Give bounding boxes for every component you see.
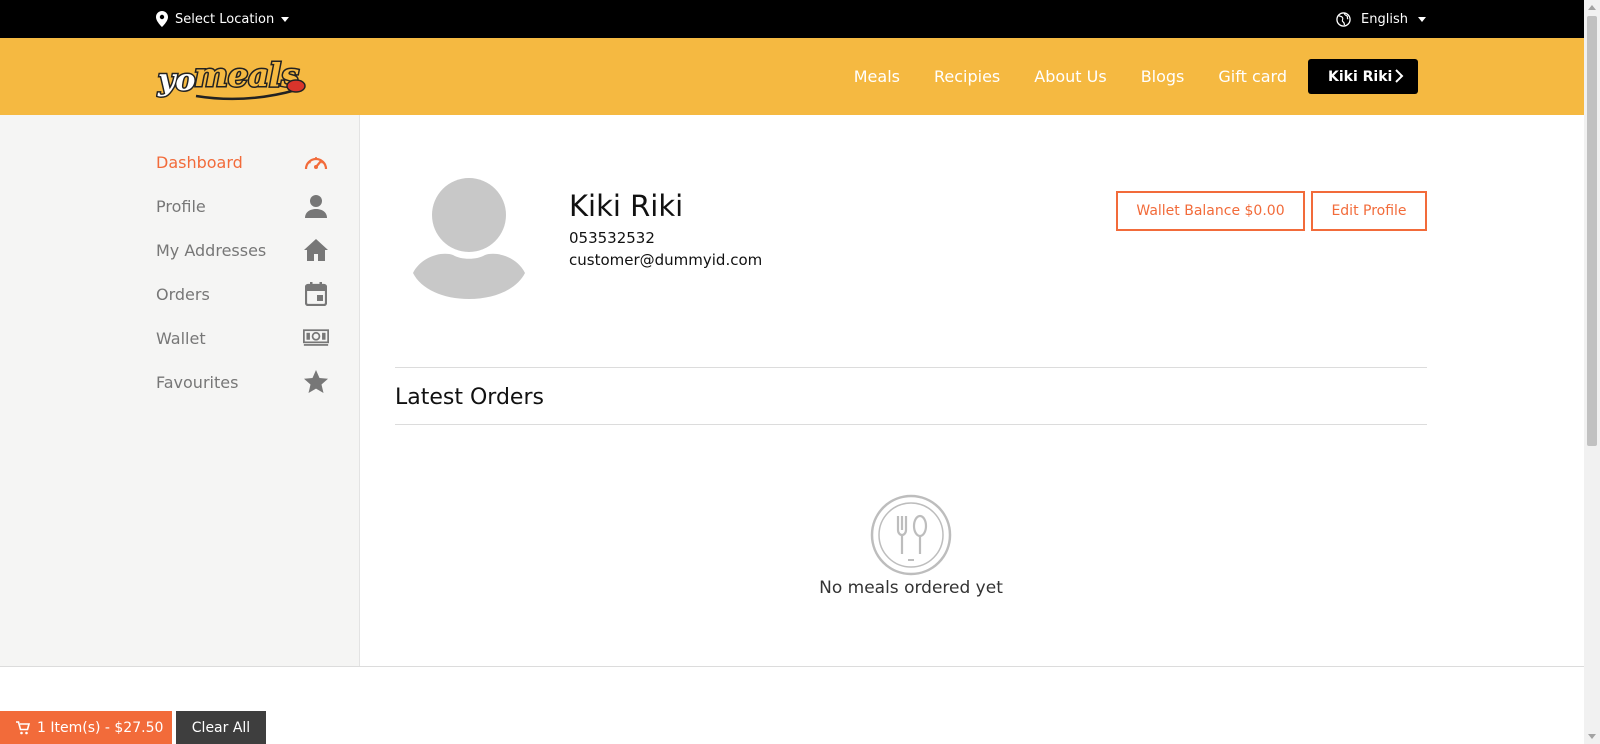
map-pin-icon: [156, 11, 168, 27]
sidebar-item-label: Dashboard: [156, 152, 243, 172]
sidebar-item-favourites[interactable]: Favourites: [156, 367, 329, 397]
globe-icon: [1336, 11, 1351, 27]
main-header: yo meals Meals Recipies About Us Blogs G…: [0, 38, 1584, 115]
cart-icon: [16, 720, 30, 734]
profile-phone: 053532532: [569, 229, 655, 247]
sidebar-item-label: Orders: [156, 284, 210, 304]
location-label: Select Location: [175, 11, 275, 27]
sidebar-item-profile[interactable]: Profile: [156, 191, 329, 221]
star-icon: [303, 369, 329, 395]
sidebar-item-label: Wallet: [156, 328, 206, 348]
scroll-up-arrow-icon[interactable]: [1588, 5, 1596, 10]
avatar: [413, 178, 525, 299]
nav-meals[interactable]: Meals: [854, 67, 900, 86]
sidebar-item-label: Favourites: [156, 372, 239, 392]
person-icon: [303, 193, 329, 219]
cart-summary-label: 1 Item(s) - $27.50: [37, 719, 164, 736]
calendar-icon: [303, 281, 329, 307]
language-selector[interactable]: English: [1336, 0, 1426, 38]
location-selector[interactable]: Select Location: [156, 0, 290, 38]
chevron-down-icon: [1418, 16, 1426, 22]
divider: [395, 424, 1427, 425]
main-nav: Meals Recipies About Us Blogs Gift card …: [820, 38, 1418, 115]
nav-blogs[interactable]: Blogs: [1141, 67, 1185, 86]
clear-all-button[interactable]: Clear All: [176, 711, 266, 744]
sidebar-item-dashboard[interactable]: Dashboard: [156, 147, 329, 177]
divider: [395, 367, 1427, 368]
user-menu-label: Kiki Riki: [1328, 68, 1393, 85]
sidebar-item-label: Profile: [156, 196, 206, 216]
cart-summary-button[interactable]: 1 Item(s) - $27.50: [0, 711, 172, 744]
footer-divider: [0, 666, 1584, 667]
wallet-balance-button[interactable]: Wallet Balance $0.00: [1116, 191, 1305, 231]
speedometer-icon: [303, 149, 329, 175]
money-icon: [303, 325, 329, 351]
edit-profile-button[interactable]: Edit Profile: [1311, 191, 1427, 231]
svg-text:yo: yo: [157, 63, 195, 98]
sidebar-item-label: My Addresses: [156, 240, 267, 260]
language-label: English: [1361, 11, 1408, 27]
chevron-down-icon: [281, 16, 290, 22]
user-menu-button[interactable]: Kiki Riki: [1308, 59, 1418, 94]
nav-gift-card[interactable]: Gift card: [1218, 67, 1287, 86]
profile-name: Kiki Riki: [569, 189, 684, 223]
empty-orders-text: No meals ordered yet: [819, 578, 1003, 598]
chevron-right-icon: [1395, 69, 1404, 83]
cutlery-icon: [870, 494, 952, 576]
nav-recipies[interactable]: Recipies: [934, 67, 1000, 86]
scrollbar[interactable]: [1584, 0, 1600, 744]
scroll-thumb[interactable]: [1587, 16, 1597, 446]
top-bar: Select Location English: [0, 0, 1584, 38]
profile-email: customer@dummyid.com: [569, 251, 763, 269]
sidebar-item-my-addresses[interactable]: My Addresses: [156, 235, 329, 265]
home-icon: [303, 237, 329, 263]
page: Select Location English yo meals Meals R…: [0, 0, 1600, 744]
sidebar-item-orders[interactable]: Orders: [156, 279, 329, 309]
svg-text:meals: meals: [194, 56, 299, 94]
latest-orders-title: Latest Orders: [395, 385, 544, 410]
sidebar-item-wallet[interactable]: Wallet: [156, 323, 329, 353]
yomeals-logo[interactable]: yo meals: [156, 46, 316, 108]
scroll-down-arrow-icon[interactable]: [1588, 734, 1596, 739]
dashboard-main: Kiki Riki 053532532 customer@dummyid.com…: [361, 115, 1584, 666]
nav-about-us[interactable]: About Us: [1034, 67, 1106, 86]
sidebar: Dashboard Profile My Addresses Orders Wa…: [0, 115, 360, 666]
